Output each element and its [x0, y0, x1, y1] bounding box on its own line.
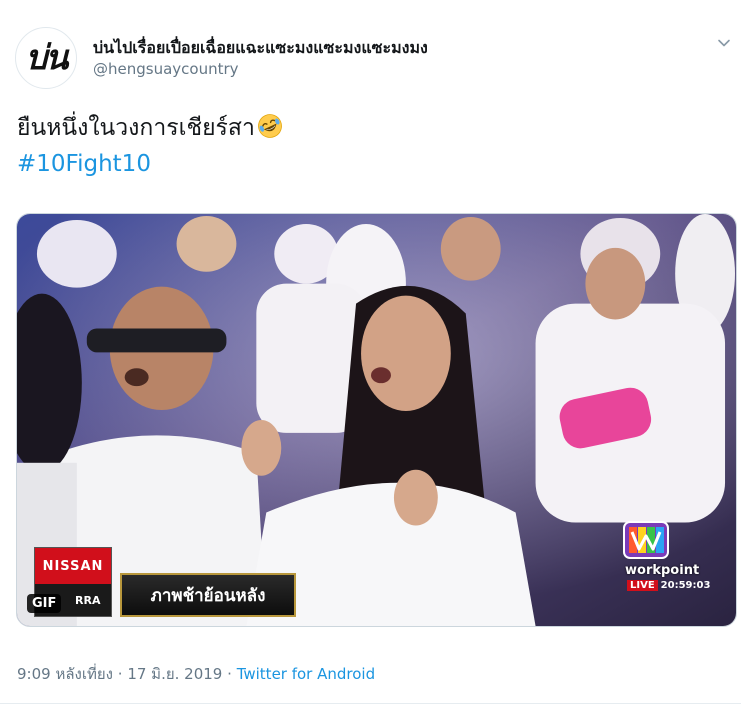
display-name[interactable]: บ่นไปเรื่อยเปื่อยเฉื่อยแฉะแซะมงแซะมงแซะม… [93, 36, 428, 61]
live-indicator: LIVE 20:59:03 [627, 580, 710, 591]
tweet-meta: 9:09 หลังเที่ยง · 17 มิ.ย. 2019 · Twitte… [17, 662, 375, 686]
rolling-on-floor-laughing-emoji [257, 114, 282, 138]
sponsor-name: NISSAN [35, 548, 111, 584]
avatar-text: บ่น [25, 38, 69, 78]
user-handle[interactable]: @hengsuaycountry [93, 60, 239, 78]
tweet-body: ยืนหนึ่งในวงการเชียร์สา [17, 115, 255, 141]
tweet-card: บ่น บ่นไปเรื่อยเปื่อยเฉื่อยแฉะแซะมงแซะมง… [0, 0, 741, 704]
live-label: LIVE [627, 580, 658, 591]
gif-badge: GIF [27, 594, 62, 613]
live-clock: 20:59:03 [660, 580, 711, 591]
tweet-date[interactable]: 17 มิ.ย. 2019 [127, 665, 222, 683]
tweet-source-link[interactable]: Twitter for Android [237, 665, 375, 683]
tweet-text: ยืนหนึ่งในวงการเชียร์สา [17, 112, 283, 145]
gif-media[interactable]: NISSAN RRA GIF ภาพช้าย้อนหลัง workpoint … [16, 213, 737, 627]
hashtag-link[interactable]: #10Fight10 [17, 148, 151, 181]
tweet-timestamp[interactable]: 9:09 หลังเที่ยง [17, 665, 113, 683]
tv-channel-logo-icon [623, 521, 669, 559]
channel-name: workpoint [625, 563, 700, 578]
separator: · [227, 665, 232, 683]
chevron-down-icon[interactable] [717, 36, 731, 50]
avatar[interactable]: บ่น [15, 27, 77, 89]
replay-caption: ภาพช้าย้อนหลัง [120, 573, 296, 617]
sponsor-subtitle: RRA [75, 594, 101, 607]
separator: · [117, 665, 123, 683]
